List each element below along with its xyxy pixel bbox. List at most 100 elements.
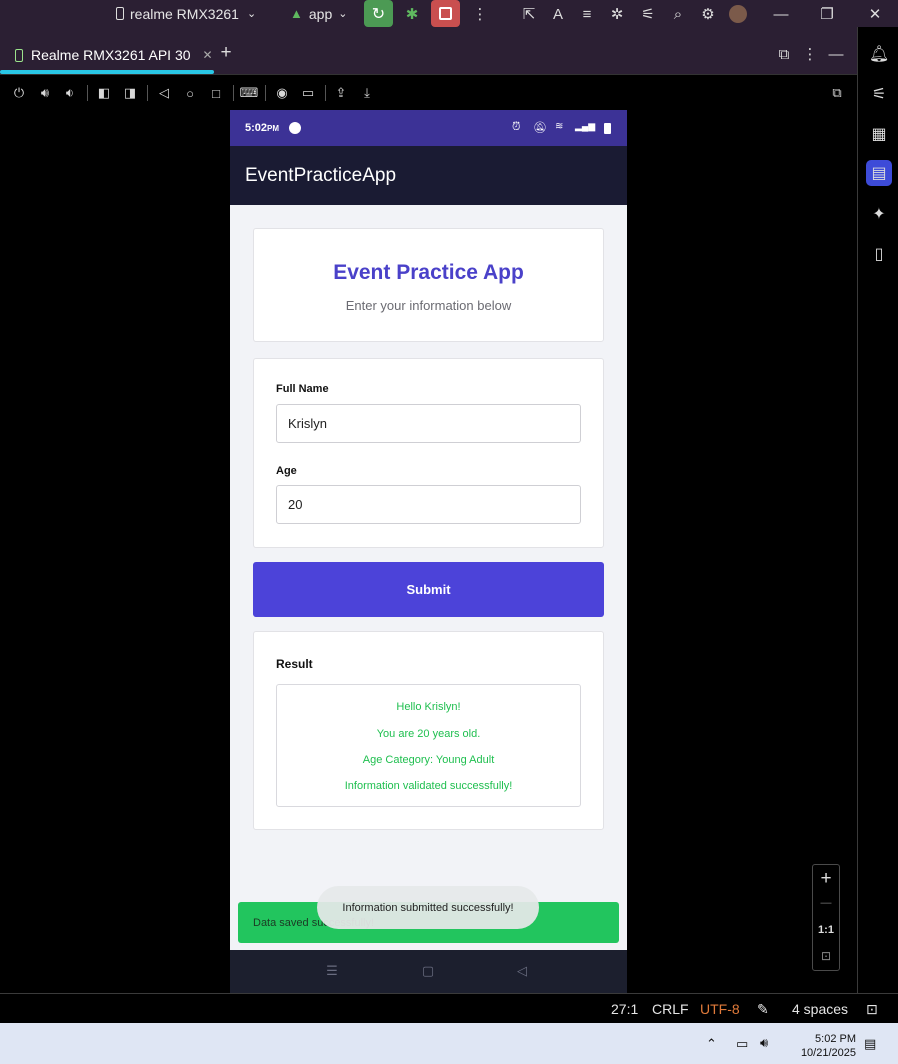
device-screen[interactable]: 5:02 PM ⏰︎ 🔕︎ ≋ ▂▄▆ EventPracticeApp Eve… — [230, 110, 627, 993]
translate-button[interactable]: A — [547, 3, 569, 25]
age-input[interactable]: 20 — [276, 485, 581, 524]
refresh-icon: ↻ — [371, 5, 386, 23]
inspect-layout-button[interactable]: ⧉ — [828, 84, 846, 102]
keyboard-button[interactable]: ⌨ — [240, 84, 259, 102]
tab-options-button[interactable]: ⋮ — [799, 43, 821, 65]
rotate-left-button[interactable]: ◧ — [95, 84, 113, 102]
overview-icon: □ — [212, 85, 220, 101]
run-config-selector[interactable]: ▲ app ⌄ — [290, 0, 347, 27]
volume-icon[interactable]: 🔊︎ — [760, 1035, 768, 1051]
upload-button[interactable]: ⇪ — [332, 84, 350, 102]
home-button[interactable]: ○ — [181, 84, 199, 102]
account-avatar[interactable] — [727, 3, 749, 25]
gemini-button[interactable]: ✦ — [866, 201, 892, 227]
age-label: Age — [276, 465, 297, 477]
zoom-out-button[interactable]: — — [813, 897, 839, 909]
inspect-button[interactable]: ✲ — [606, 3, 628, 25]
alarm-icon: ⏰︎ — [512, 121, 521, 133]
elephant-icon: ⚟ — [641, 6, 655, 23]
elephant-icon: ⚟ — [871, 86, 887, 103]
chevron-down-icon: ⌄ — [246, 8, 257, 20]
sync-button[interactable]: ⚟ — [637, 3, 659, 25]
device-explorer-button[interactable]: ▯ — [866, 241, 892, 267]
android-icon: ▲ — [290, 6, 303, 21]
zoom-actual-size-button[interactable]: 1:1 — [813, 924, 839, 936]
system-clock[interactable]: 5:02 PM 10/21/2025 — [801, 1032, 856, 1060]
chevron-up-icon[interactable]: ⌃ — [706, 1036, 717, 1052]
search-button[interactable]: ⌕ — [667, 3, 689, 25]
device-selector[interactable]: realme RMX3261 ⌄ — [116, 0, 256, 27]
more-actions-button[interactable]: ⋮ — [469, 3, 491, 25]
stop-button[interactable] — [431, 0, 460, 27]
overview-button[interactable]: □ — [207, 84, 225, 102]
sparkle-icon: ✦ — [872, 206, 886, 223]
submit-button[interactable]: Submit — [253, 562, 604, 617]
signal-icon: ▂▄▆ — [575, 121, 596, 131]
settings-button[interactable]: ⚙ — [697, 3, 719, 25]
line-ending[interactable]: CRLF — [652, 1001, 689, 1017]
toolbar-divider — [87, 85, 88, 101]
lock-icon[interactable]: ⊡ — [866, 1001, 878, 1018]
device-manager-button[interactable]: ▦ — [866, 121, 892, 147]
running-devices-button[interactable]: ▤ — [866, 160, 892, 186]
tab-label: Realme RMX3261 API 30 — [31, 47, 191, 63]
home-square-icon: ▢ — [421, 963, 435, 978]
cursor-position[interactable]: 27:1 — [611, 1001, 638, 1017]
kebab-icon: ⋮ — [472, 6, 488, 23]
power-icon: ⏻ — [13, 85, 25, 100]
full-name-label: Full Name — [276, 383, 329, 395]
hide-panel-button[interactable]: — — [825, 43, 847, 65]
header-card: Event Practice App Enter your informatio… — [253, 228, 604, 342]
ide-status-bar: 27:1 CRLF UTF-8 ✎ 4 spaces ⊡ — [0, 993, 898, 1023]
minimize-button[interactable]: — — [770, 3, 792, 25]
rotate-right-button[interactable]: ◨ — [121, 84, 139, 102]
download-button[interactable]: ⤓ — [358, 84, 376, 102]
nav-recents-button[interactable]: ☰ — [324, 963, 340, 979]
tab-running-device[interactable]: Realme RMX3261 API 30 ✕ — [0, 36, 214, 74]
network-icon[interactable]: ▭ — [736, 1036, 748, 1052]
file-encoding[interactable]: UTF-8 — [700, 1001, 740, 1017]
emulator-toolbar: ⏻ 🔊︎ 🔉︎ ◧ ◨ ◁ ○ □ ⌨ ◉ ▭ ⇪ ⤓ ⧉ — [0, 74, 857, 110]
screenshot-button[interactable]: ◉ — [273, 84, 291, 102]
power-button[interactable]: ⏻ — [10, 84, 28, 102]
page-title: Event Practice App — [333, 261, 524, 284]
volume-up-button[interactable]: 🔊︎ — [36, 84, 54, 102]
nav-home-button[interactable]: ▢ — [420, 963, 436, 979]
rerun-button[interactable]: ↻ — [364, 0, 393, 27]
rotate-right-icon: ◨ — [123, 85, 137, 100]
tab-bar: Realme RMX3261 API 30 ✕ + ⧉ ⋮ — — [0, 36, 857, 74]
translate-icon: A — [552, 5, 563, 23]
gradle-button[interactable]: ⚟ — [866, 81, 892, 107]
volume-down-icon: 🔉︎ — [65, 85, 75, 100]
debug-button[interactable]: ✱ — [401, 3, 423, 25]
battery-icon — [604, 123, 611, 134]
zoom-controls: + — 1:1 ⊡ — [812, 864, 840, 971]
record-button[interactable]: ▭ — [299, 84, 317, 102]
notification-center-icon[interactable]: ▤ — [864, 1036, 876, 1052]
close-window-button[interactable]: ✕ — [864, 3, 886, 25]
inspect-icon: ⧉ — [832, 85, 842, 100]
logcat-button[interactable]: ≡ — [576, 3, 598, 25]
indent-setting[interactable]: 4 spaces — [792, 1001, 848, 1017]
age-value: 20 — [288, 497, 303, 512]
mute-icon: 🔕︎ — [533, 122, 547, 134]
new-tab-button[interactable]: + — [215, 42, 237, 64]
minus-icon: — — [820, 897, 832, 909]
notifications-button[interactable]: 🔔︎ — [866, 41, 892, 67]
code-style-icon[interactable]: ✎ — [757, 1001, 769, 1018]
nav-back-button[interactable]: ◁ — [514, 963, 530, 979]
close-tab-icon[interactable]: ✕ — [203, 48, 213, 62]
full-name-value: Krislyn — [288, 416, 328, 431]
volume-down-button[interactable]: 🔉︎ — [61, 84, 79, 102]
page-subtitle: Enter your information below — [345, 298, 512, 313]
zoom-in-button[interactable]: + — [813, 868, 839, 890]
restore-button[interactable]: ❐ — [816, 3, 838, 25]
zoom-fit-button[interactable]: ⊡ — [813, 949, 839, 963]
plus-icon: + — [220, 42, 232, 63]
back-button[interactable]: ◁ — [155, 84, 173, 102]
profiler-button[interactable]: ⇱ — [518, 3, 540, 25]
full-name-input[interactable]: Krislyn — [276, 404, 581, 443]
home-icon: ○ — [186, 85, 194, 101]
app-bar-title: EventPracticeApp — [245, 164, 397, 186]
pop-out-button[interactable]: ⧉ — [773, 43, 795, 65]
